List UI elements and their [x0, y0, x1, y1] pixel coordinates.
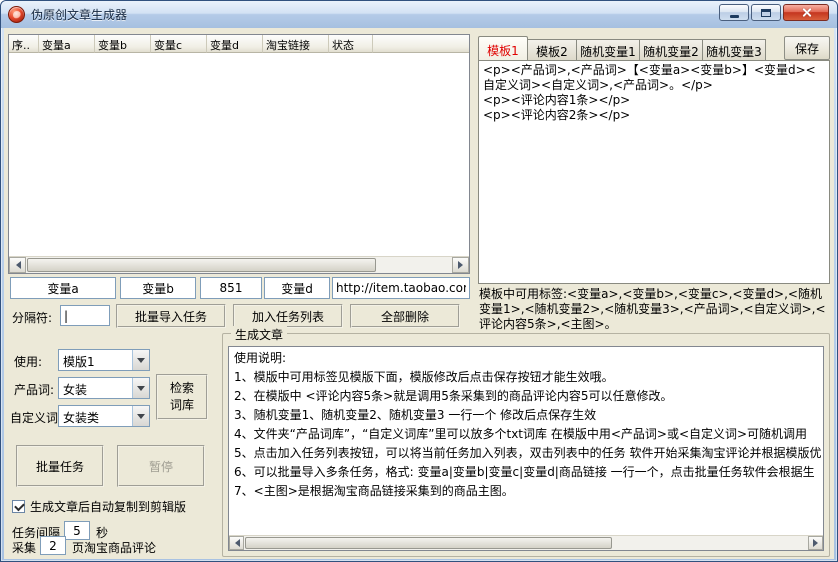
instruction-line: 5、点击加入任务列表按钮，可以将当前任务加入列表，双击列表中的任务 软件开始采集…	[234, 446, 822, 460]
column-header-status[interactable]: 状态	[329, 35, 373, 53]
column-header-filler	[373, 35, 469, 53]
close-button[interactable]	[783, 4, 829, 21]
available-tags-hint: 模板中可用标签:<变量a>,<变量b>,<变量c>,<变量d>,<随机变量1>,…	[479, 287, 826, 331]
column-header-var-b[interactable]: 变量b	[95, 35, 151, 53]
auto-copy-checkbox[interactable]	[12, 500, 25, 513]
product-word-select[interactable]: 女装	[58, 377, 150, 399]
separator-input[interactable]	[60, 305, 110, 326]
arrow-right-icon	[457, 261, 467, 269]
delete-all-button[interactable]: 全部删除	[350, 304, 460, 328]
collect-pages-input[interactable]	[40, 536, 66, 555]
column-header-var-d[interactable]: 变量d	[207, 35, 263, 53]
pause-button[interactable]: 暂停	[117, 445, 205, 487]
maximize-button[interactable]	[751, 4, 781, 21]
batch-import-button[interactable]: 批量导入任务	[116, 304, 226, 328]
search-lexicon-button[interactable]: 检索词库	[156, 374, 208, 420]
custom-word-select[interactable]: 女装类	[58, 405, 150, 427]
custom-word-label: 自定义词:	[10, 411, 63, 425]
arrow-right-icon	[812, 539, 822, 547]
tab-template-2[interactable]: 模板2	[527, 39, 577, 60]
instructions-panel: 使用说明: 1、模版中可用标签见模版下面，模版修改后点击保存按钮才能生效哦。 2…	[228, 346, 824, 551]
minimize-button[interactable]	[719, 4, 749, 21]
scroll-left-button[interactable]	[229, 536, 244, 550]
interval-input[interactable]	[64, 521, 90, 540]
minimize-icon	[729, 14, 739, 18]
collect-unit-label: 页淘宝商品评论	[72, 541, 157, 555]
use-template-value: 模版1	[63, 355, 95, 369]
tab-random-var-1[interactable]: 随机变量1	[576, 39, 640, 60]
instruction-line: 4、文件夹“产品词库”，“自定义词库”里可以放多个txt词库 在模版中用<产品词…	[234, 427, 808, 441]
var-b-input[interactable]	[120, 277, 196, 299]
custom-word-value: 女装类	[63, 411, 100, 425]
column-header-var-a[interactable]: 变量a	[39, 35, 95, 53]
var-c-input[interactable]	[200, 277, 262, 299]
product-word-value: 女装	[63, 383, 88, 397]
use-template-select[interactable]: 模版1	[58, 349, 150, 371]
instruction-line: 7、<主图>是根据淘宝商品链接采集到的商品主图。	[234, 484, 514, 498]
chevron-down-icon[interactable]	[132, 350, 149, 370]
generate-article-group: 生成文章 使用说明: 1、模版中可用标签见模版下面，模版修改后点击保存按钮才能生…	[222, 326, 830, 557]
arrow-left-icon	[12, 261, 21, 269]
instruction-line: 6、可以批量导入多条任务，格式: 变量a|变量b|变量c|变量d|商品链接 一行…	[234, 465, 815, 479]
chevron-down-icon[interactable]	[132, 378, 149, 398]
scroll-right-button[interactable]	[452, 257, 469, 273]
column-header-taobao-link[interactable]: 淘宝链接	[263, 35, 329, 53]
arrow-left-icon	[231, 539, 240, 547]
scroll-left-button[interactable]	[9, 257, 26, 273]
app-window: 伪原创文章生成器 序.. 变量a 变量b 变量c 变量d 淘宝链接 状态 变量a…	[0, 0, 838, 562]
add-to-list-button[interactable]: 加入任务列表	[233, 304, 343, 328]
app-icon[interactable]	[8, 6, 25, 23]
title-bar[interactable]: 伪原创文章生成器	[1, 1, 837, 28]
maximize-icon	[761, 8, 771, 17]
scroll-right-button[interactable]	[808, 536, 823, 550]
instruction-line: 2、在模版中 <评论内容5条>就是调用5条采集到的商品评论内容5可以任意修改。	[234, 389, 673, 403]
task-list-hscrollbar[interactable]	[9, 256, 469, 273]
chevron-down-icon[interactable]	[132, 406, 149, 426]
auto-copy-label[interactable]: 生成文章后自动复制到剪辑版	[30, 498, 186, 515]
group-title: 生成文章	[231, 326, 288, 343]
scroll-thumb[interactable]	[27, 258, 377, 272]
task-list-header: 序.. 变量a 变量b 变量c 变量d 淘宝链接 状态	[9, 35, 469, 53]
template-tabstrip: 模板1 模板2 随机变量1 随机变量2 随机变量3	[478, 36, 784, 60]
instruction-line: 使用说明:	[234, 351, 287, 365]
instruction-line: 3、随机变量1、随机变量2、随机变量3 一行一个 修改后点保存生效	[234, 408, 597, 422]
separator-label: 分隔符:	[12, 311, 53, 325]
instruction-line: 1、模版中可用标签见模版下面，模版修改后点击保存按钮才能生效哦。	[234, 370, 614, 384]
tab-random-var-2[interactable]: 随机变量2	[639, 39, 703, 60]
task-list: 序.. 变量a 变量b 变量c 变量d 淘宝链接 状态	[8, 34, 470, 274]
close-icon	[801, 7, 812, 18]
scroll-thumb[interactable]	[245, 537, 612, 549]
template-editor[interactable]: <p><产品词>,<产品词>【<变量a><变量b>】<变量d><自定义词><自定…	[478, 60, 830, 284]
auto-copy-checkbox-row[interactable]: 生成文章后自动复制到剪辑版	[12, 498, 186, 515]
column-header-index[interactable]: 序..	[9, 35, 39, 53]
var-a-input[interactable]	[10, 277, 116, 299]
column-header-var-c[interactable]: 变量c	[151, 35, 207, 53]
instructions-hscrollbar[interactable]	[229, 535, 823, 550]
scroll-track[interactable]	[244, 536, 808, 550]
use-template-label: 使用:	[14, 355, 43, 369]
taobao-link-input[interactable]	[332, 277, 470, 299]
window-title: 伪原创文章生成器	[31, 8, 128, 22]
var-d-input[interactable]	[264, 277, 330, 299]
collect-label: 采集	[12, 541, 37, 555]
scroll-track[interactable]	[26, 257, 452, 273]
tab-template-1[interactable]: 模板1	[478, 36, 528, 60]
product-word-label: 产品词:	[14, 383, 55, 397]
client-area: 序.. 变量a 变量b 变量c 变量d 淘宝链接 状态 分隔符: 批量导入任	[4, 28, 834, 559]
save-button[interactable]: 保存	[784, 36, 830, 60]
tab-random-var-3[interactable]: 随机变量3	[702, 39, 766, 60]
instructions-text: 使用说明: 1、模版中可用标签见模版下面，模版修改后点击保存按钮才能生效哦。 2…	[229, 347, 823, 535]
batch-task-button[interactable]: 批量任务	[16, 445, 104, 487]
task-list-body[interactable]	[9, 53, 469, 256]
